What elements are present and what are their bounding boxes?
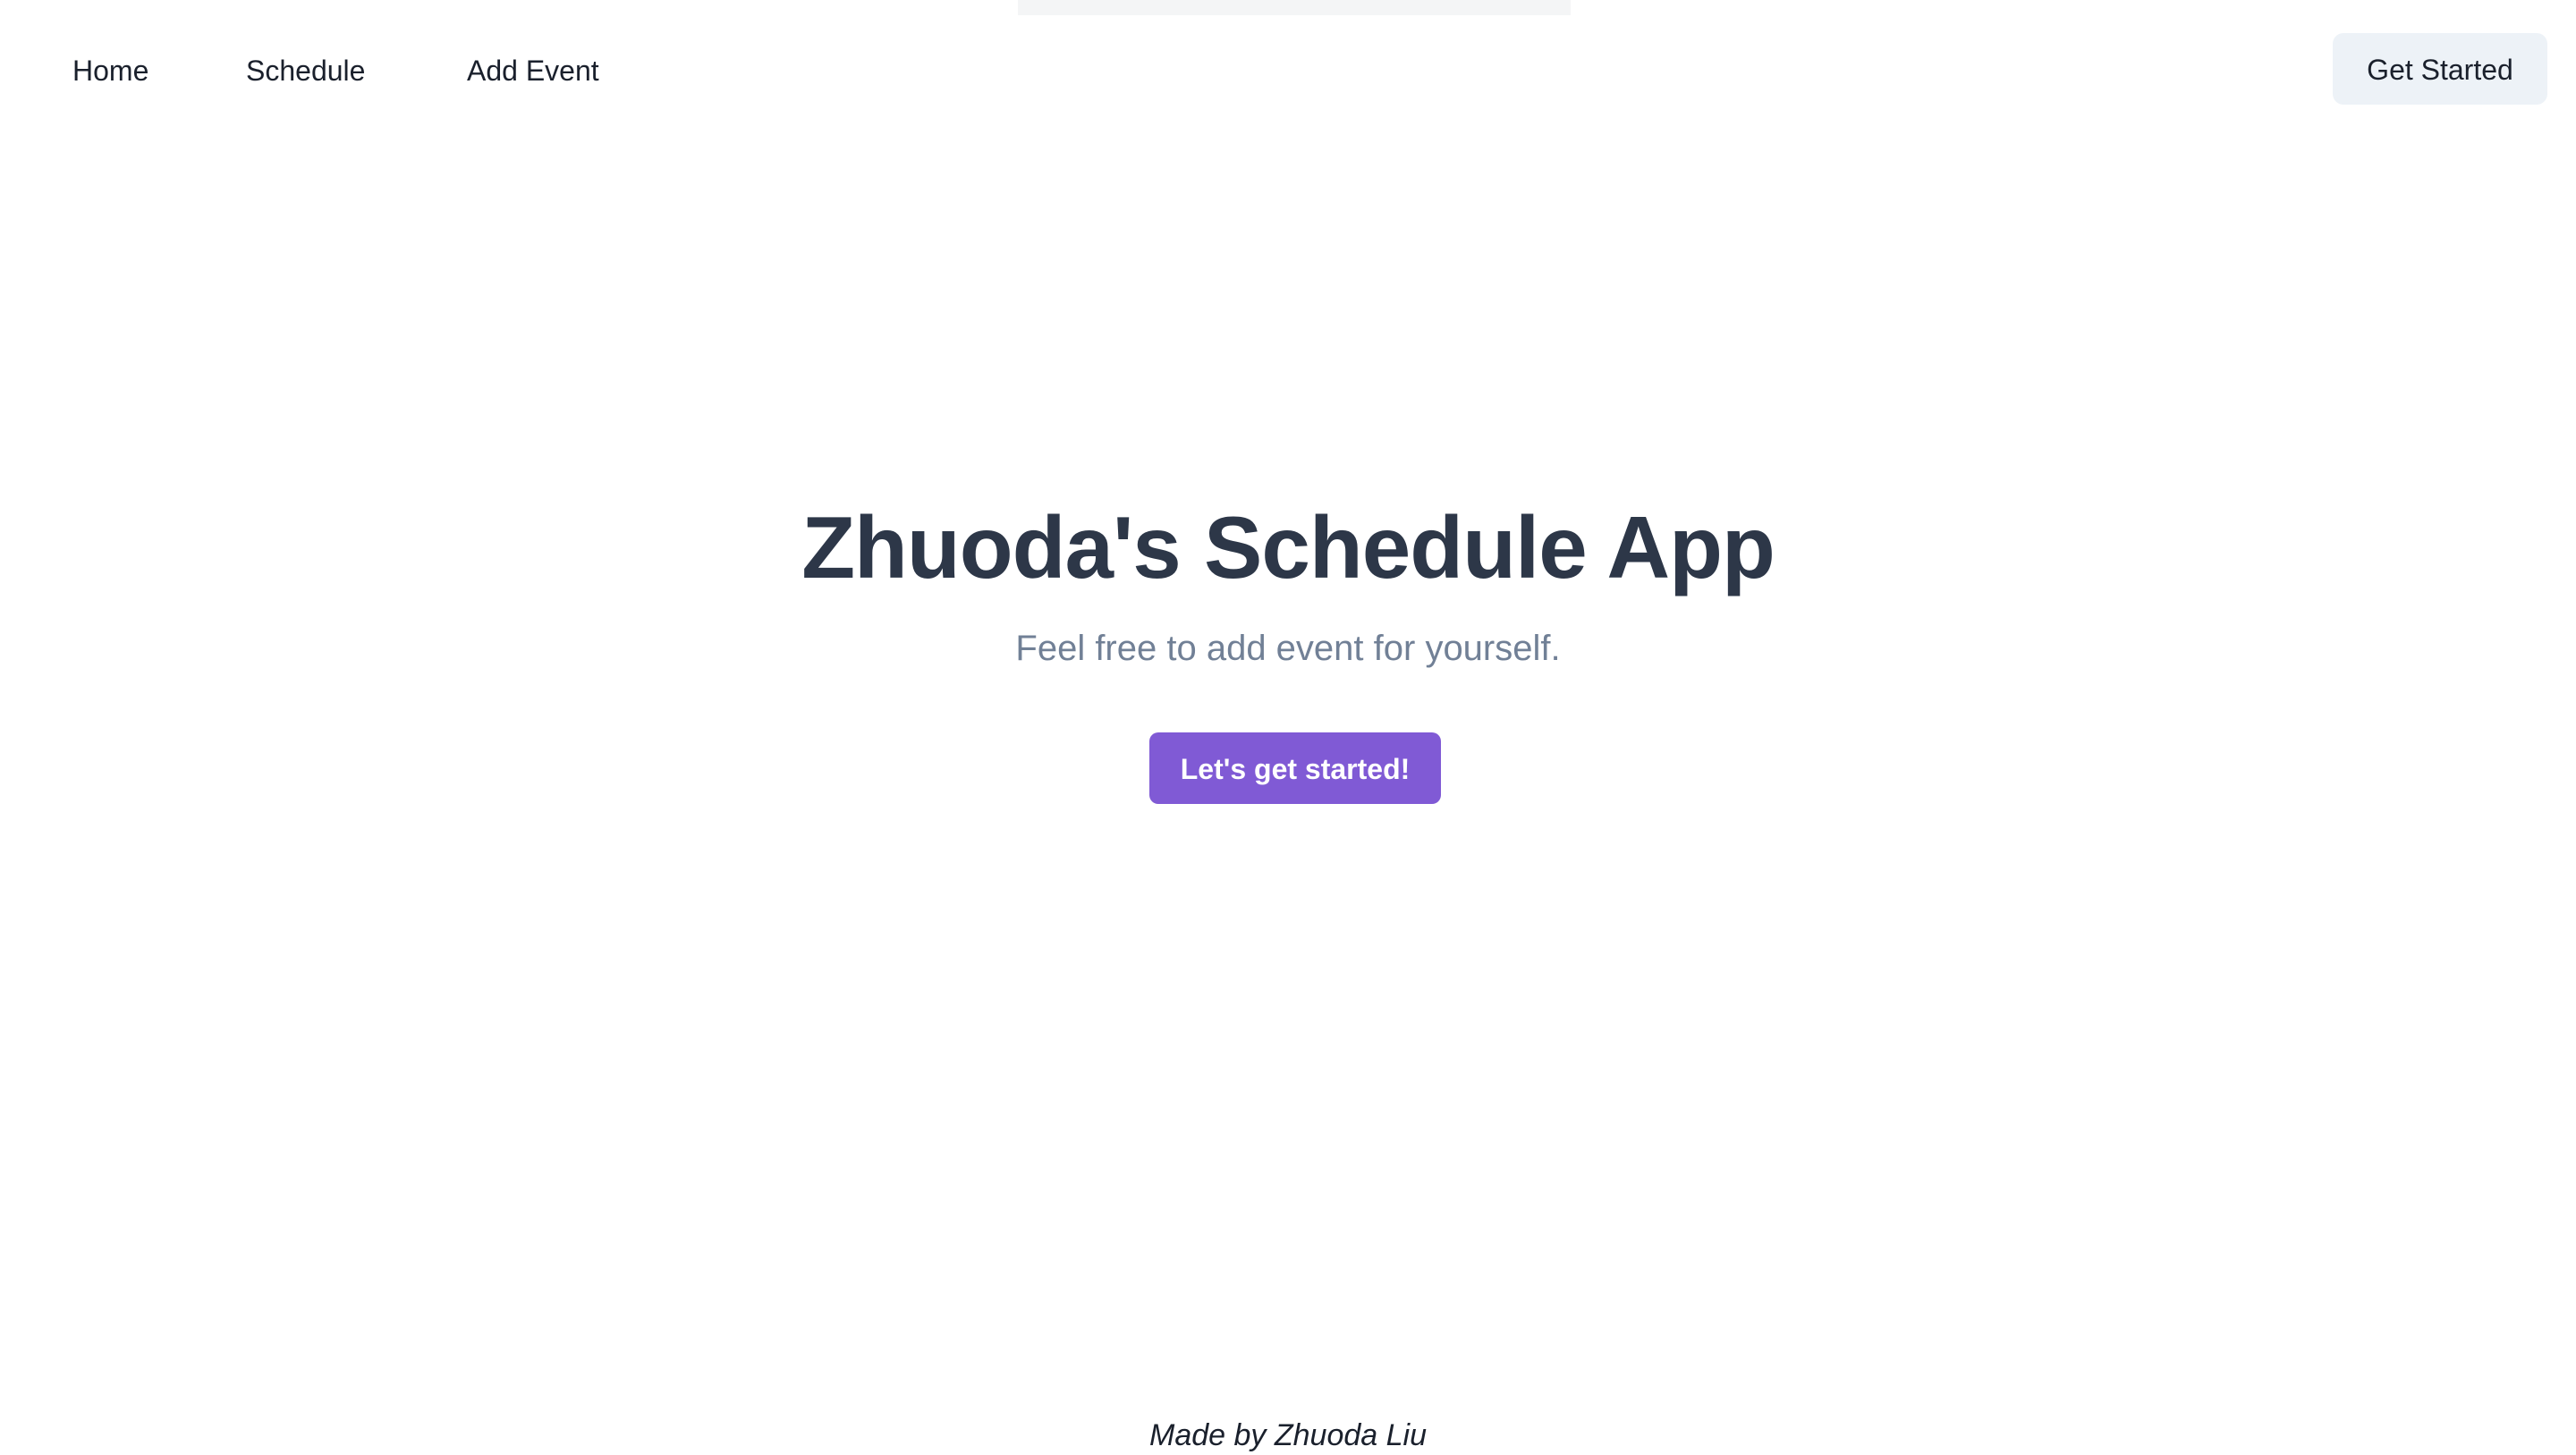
nav-link-add-event[interactable]: Add Event (467, 48, 599, 93)
hero-subtitle: Feel free to add event for yourself. (1015, 629, 1561, 668)
page-title: Zhuoda's Schedule App (801, 498, 1775, 596)
lets-get-started-button[interactable]: Let's get started! (1149, 732, 1441, 804)
footer-credit: Made by Zhuoda Liu (1149, 1418, 1427, 1452)
get-started-button[interactable]: Get Started (2333, 33, 2547, 105)
nav-link-home[interactable]: Home (72, 48, 148, 93)
page: Home Schedule Add Event Get Started Zhuo… (0, 0, 2576, 1455)
navbar: Home Schedule Add Event Get Started (0, 0, 2576, 140)
nav-link-schedule[interactable]: Schedule (246, 48, 365, 93)
